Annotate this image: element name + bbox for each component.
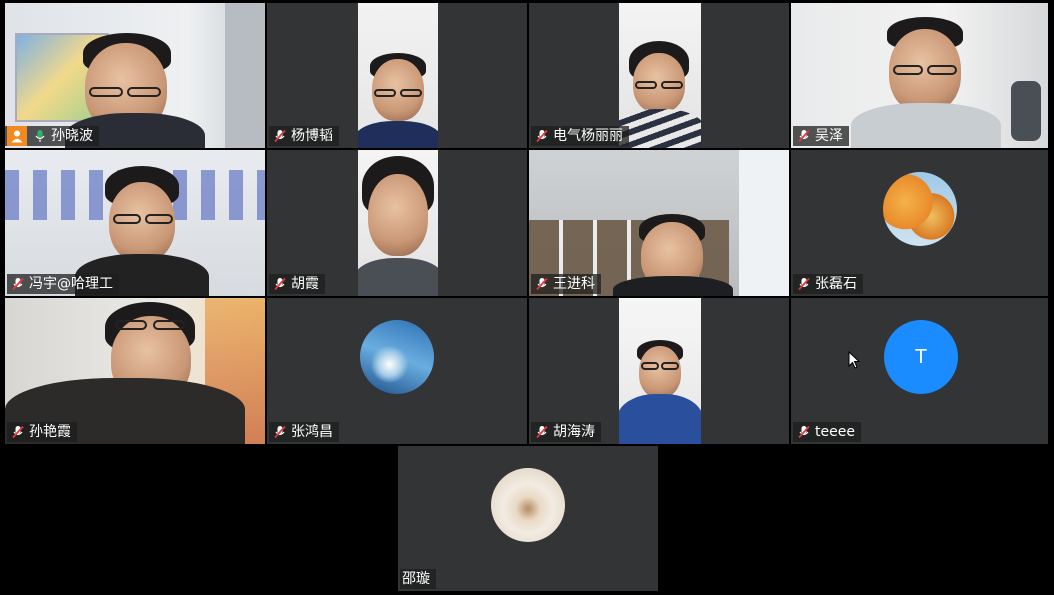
participant-name-bar: 电气杨丽丽: [531, 126, 629, 146]
participant-name-bar: 孙艳霞: [7, 422, 77, 442]
video-tile-teeee[interactable]: T teeee: [791, 298, 1048, 444]
participant-video: [619, 3, 701, 148]
video-tile-wuze[interactable]: 吴泽: [791, 3, 1048, 148]
participant-name: teeee: [815, 424, 855, 440]
participant-name: 孙艳霞: [29, 424, 71, 440]
mic-muted-icon: [273, 277, 287, 291]
video-tile-zhanghongchang[interactable]: 张鸿昌: [267, 298, 527, 444]
video-tile-shaoxuan[interactable]: 邵璇: [398, 446, 658, 591]
profile-avatar: [883, 172, 957, 246]
mic-muted-icon: [535, 129, 549, 143]
participant-video: [619, 298, 701, 444]
participant-name: 杨博韬: [291, 128, 333, 144]
mic-muted-icon: [797, 129, 811, 143]
participant-name: 张磊石: [815, 276, 857, 292]
video-tile-wangjinke[interactable]: 王进科: [529, 150, 789, 296]
profile-avatar: [360, 320, 434, 394]
mic-muted-icon: [797, 277, 811, 291]
mic-on-icon: [33, 129, 47, 143]
participant-name: 吴泽: [815, 128, 843, 144]
participant-name-bar: 胡海涛: [531, 422, 601, 442]
participant-name: 张鸿昌: [291, 424, 333, 440]
host-person-icon: [7, 126, 27, 146]
participant-name: 胡海涛: [553, 424, 595, 440]
video-tile-huhaitao[interactable]: 胡海涛: [529, 298, 789, 444]
mic-muted-icon: [797, 425, 811, 439]
participant-name-bar: 王进科: [531, 274, 601, 294]
participant-name-bar: 邵璇: [400, 569, 436, 589]
participant-name-bar: 吴泽: [793, 126, 849, 146]
participant-video: [358, 150, 438, 296]
video-tile-sunxiaobo[interactable]: 孙晓波: [5, 3, 265, 148]
participant-name-bar: teeee: [793, 422, 861, 442]
participant-name-bar: 胡霞: [269, 274, 325, 294]
participant-name-bar: 杨博韬: [269, 126, 339, 146]
letter-avatar: T: [884, 320, 958, 394]
participant-name-bar: 张鸿昌: [269, 422, 339, 442]
video-tile-sunyanxia[interactable]: 孙艳霞: [5, 298, 265, 444]
mic-muted-icon: [535, 425, 549, 439]
participant-name: 冯宇@哈理工: [29, 276, 113, 292]
participant-name-bar: 孙晓波: [5, 126, 99, 146]
mic-muted-icon: [11, 425, 25, 439]
participant-name: 电气杨丽丽: [553, 128, 623, 144]
mic-muted-icon: [11, 277, 25, 291]
video-tile-yanglili[interactable]: 电气杨丽丽: [529, 3, 789, 148]
video-tile-fengyu[interactable]: 冯宇@哈理工: [5, 150, 265, 296]
participant-name-bar: 张磊石: [793, 274, 863, 294]
profile-avatar: [491, 468, 565, 542]
video-tile-yangbotao[interactable]: 杨博韬: [267, 3, 527, 148]
video-tile-zhangleishi[interactable]: 张磊石: [791, 150, 1048, 296]
mic-muted-icon: [535, 277, 549, 291]
mic-muted-icon: [273, 129, 287, 143]
participant-video: [358, 3, 438, 148]
participant-name-bar: 冯宇@哈理工: [7, 274, 119, 294]
video-tile-huxia[interactable]: 胡霞: [267, 150, 527, 296]
mouse-pointer-icon: [848, 350, 861, 373]
participant-name: 孙晓波: [51, 128, 93, 144]
mic-muted-icon: [273, 425, 287, 439]
participant-name: 邵璇: [402, 571, 430, 587]
participant-name: 胡霞: [291, 276, 319, 292]
participant-name: 王进科: [553, 276, 595, 292]
